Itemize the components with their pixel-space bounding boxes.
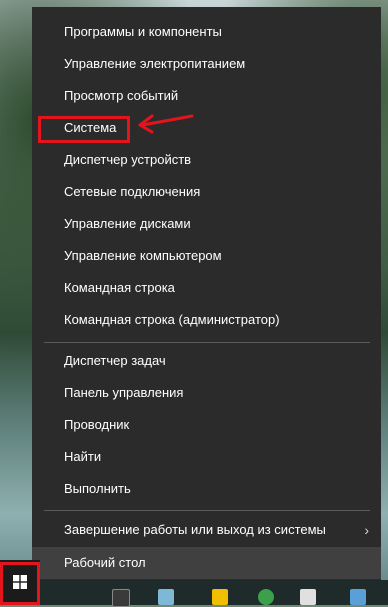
menu-item-run[interactable]: Выполнить — [32, 473, 381, 505]
taskbar — [0, 580, 388, 605]
menu-item-search[interactable]: Найти — [32, 441, 381, 473]
taskbar-app-icon[interactable] — [158, 589, 174, 605]
menu-item-network[interactable]: Сетевые подключения — [32, 176, 381, 208]
menu-item-command-prompt-admin[interactable]: Командная строка (администратор) — [32, 304, 381, 336]
menu-item-label: Сетевые подключения — [64, 184, 201, 199]
menu-item-disk-management[interactable]: Управление дисками — [32, 208, 381, 240]
taskbar-app-icon[interactable] — [350, 589, 366, 605]
folder-icon[interactable] — [212, 589, 228, 605]
annotation-highlight-box — [38, 116, 130, 143]
menu-item-label: Управление компьютером — [64, 248, 222, 263]
menu-item-label: Панель управления — [64, 385, 184, 400]
menu-item-label: Рабочий стол — [64, 555, 146, 570]
menu-item-label: Выполнить — [64, 481, 131, 496]
menu-item-power[interactable]: Управление электропитанием — [32, 48, 381, 80]
menu-item-label: Завершение работы или выход из системы — [64, 522, 326, 537]
menu-item-task-manager[interactable]: Диспетчер задач — [32, 345, 381, 377]
menu-separator — [44, 510, 370, 511]
menu-item-label: Найти — [64, 449, 102, 464]
task-view-icon[interactable] — [112, 589, 130, 607]
menu-separator — [44, 342, 370, 343]
menu-item-label: Просмотр событий — [64, 88, 179, 103]
menu-item-shutdown[interactable]: Завершение работы или выход из системы › — [32, 514, 381, 546]
annotation-start-highlight — [0, 562, 40, 605]
annotation-arrow-icon — [138, 114, 194, 134]
menu-item-event-viewer[interactable]: Просмотр событий — [32, 80, 381, 112]
chevron-right-icon: › — [364, 522, 369, 538]
menu-item-explorer[interactable]: Проводник — [32, 409, 381, 441]
menu-item-computer-management[interactable]: Управление компьютером — [32, 240, 381, 272]
menu-item-control-panel[interactable]: Панель управления — [32, 377, 381, 409]
menu-item-desktop[interactable]: Рабочий стол — [32, 547, 381, 579]
winx-context-menu: Программы и компоненты Управление электр… — [32, 7, 381, 582]
menu-item-label: Диспетчер задач — [64, 353, 166, 368]
menu-item-label: Управление электропитанием — [64, 56, 246, 71]
taskbar-app-icon[interactable] — [300, 589, 316, 605]
menu-item-label: Управление дисками — [64, 216, 191, 231]
menu-item-command-prompt[interactable]: Командная строка — [32, 272, 381, 304]
menu-item-label: Диспетчер устройств — [64, 152, 192, 167]
chrome-icon[interactable] — [258, 589, 274, 605]
menu-item-label: Программы и компоненты — [64, 24, 222, 39]
menu-item-label: Командная строка (администратор) — [64, 312, 280, 327]
menu-item-programs[interactable]: Программы и компоненты — [32, 16, 381, 48]
menu-item-label: Проводник — [64, 417, 130, 432]
menu-item-device-manager[interactable]: Диспетчер устройств — [32, 144, 381, 176]
menu-item-label: Командная строка — [64, 280, 175, 295]
